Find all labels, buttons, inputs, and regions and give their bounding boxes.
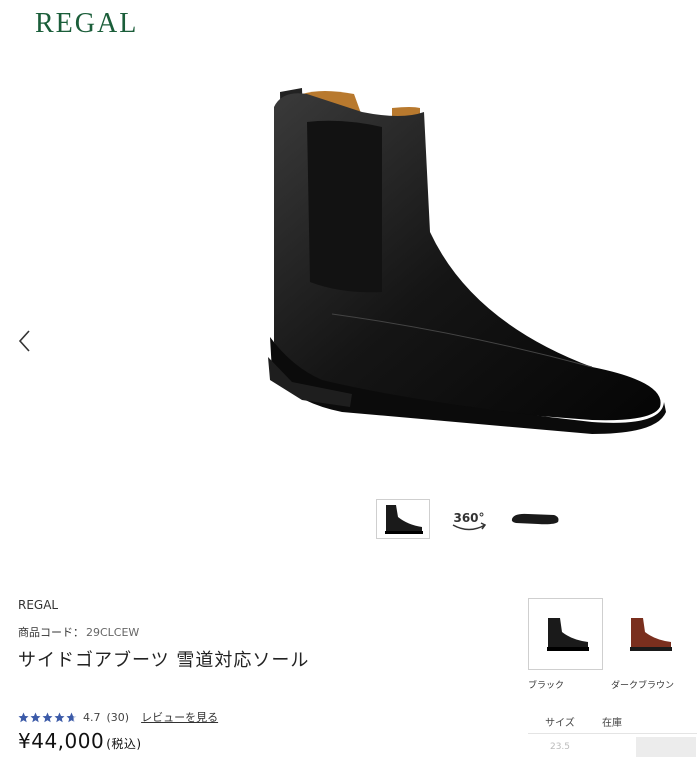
star-icon bbox=[42, 712, 53, 722]
star-icon bbox=[18, 712, 29, 722]
thumb-side-view[interactable] bbox=[376, 499, 430, 539]
product-title: サイドゴアブーツ 雪道対応ソール bbox=[18, 650, 310, 671]
product-main-image bbox=[268, 88, 666, 434]
product-brand: REGAL bbox=[18, 598, 59, 612]
thumb-360-view[interactable]: 360° bbox=[442, 499, 496, 539]
stock-column-header: 在庫 bbox=[602, 718, 622, 729]
rating-count: (30) bbox=[106, 710, 130, 724]
color-swatches: ブラック ダークブラウン bbox=[528, 598, 686, 691]
chevron-left-icon[interactable] bbox=[14, 326, 36, 356]
color-label-dark-brown: ダークブラウン bbox=[611, 681, 675, 691]
brand-logo[interactable]: REGAL bbox=[35, 8, 138, 40]
thumb-sole-view[interactable] bbox=[508, 499, 562, 539]
thumbnail-strip: 360° bbox=[376, 499, 562, 539]
star-icon bbox=[54, 712, 65, 722]
product-rating: 4.7 (30) レビューを見る bbox=[18, 709, 218, 725]
color-swatch-brown-image bbox=[611, 598, 686, 670]
star-icon bbox=[30, 712, 41, 722]
color-swatch-black[interactable]: ブラック bbox=[528, 598, 603, 691]
size-column-header: サイズ bbox=[545, 718, 575, 729]
brown-boot-swatch-icon bbox=[629, 618, 672, 651]
color-swatch-dark-brown[interactable]: ダークブラウン bbox=[611, 598, 686, 691]
product-code-label: 商品コード： bbox=[18, 626, 84, 639]
product-price: ¥44,000 (税込) bbox=[18, 729, 142, 753]
stock-indicator bbox=[636, 737, 696, 757]
color-label-black: ブラック bbox=[528, 681, 565, 691]
price-value: ¥44,000 bbox=[18, 729, 105, 753]
black-boot-swatch-icon bbox=[546, 618, 589, 651]
size-table-header: サイズ 在庫 bbox=[528, 710, 697, 734]
product-code-value: 29CLCEW bbox=[86, 626, 140, 639]
color-swatch-black-image bbox=[528, 598, 603, 670]
rating-stars bbox=[18, 712, 77, 723]
view-reviews-link[interactable]: レビューを見る bbox=[141, 709, 218, 725]
table-row[interactable]: 23.5 bbox=[528, 734, 697, 757]
size-value: 23.5 bbox=[549, 742, 571, 752]
rating-value: 4.7 bbox=[83, 710, 101, 724]
star-icon bbox=[66, 712, 77, 722]
product-code: 商品コード： 29CLCEW bbox=[18, 624, 139, 640]
size-stock-table: サイズ 在庫 23.5 bbox=[528, 710, 697, 757]
thumb-360-label: 360° bbox=[453, 511, 484, 525]
price-tax-label: (税込) bbox=[106, 737, 142, 751]
